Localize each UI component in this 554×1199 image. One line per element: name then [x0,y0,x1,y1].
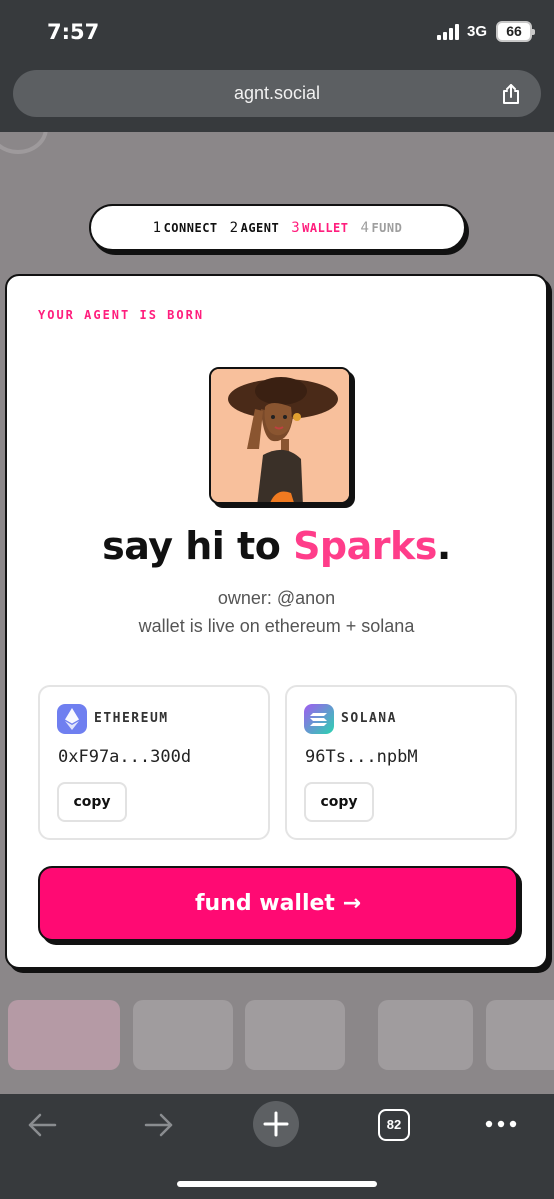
onboarding-steps: 1 CONNECT 2 AGENT 3 WALLET 4 FUND [89,204,466,251]
agent-avatar-illustration [211,369,349,502]
plus-icon [263,1111,289,1137]
fund-wallet-button[interactable]: fund wallet → [38,866,518,941]
card-eyebrow: YOUR AGENT IS BORN [38,308,205,322]
signal-icon [437,24,463,40]
step-fund: 4 FUND [360,219,403,236]
home-indicator [177,1181,377,1187]
backdrop-tab [245,1000,345,1070]
back-arrow-icon[interactable] [26,1110,58,1140]
more-options-icon[interactable] [483,1116,519,1132]
forward-arrow-icon[interactable] [143,1110,175,1140]
agent-name: Sparks [293,524,437,568]
wallet-address: 96Ts...npbM [305,747,418,767]
ethereum-icon [57,704,87,734]
new-tab-button[interactable] [253,1101,299,1147]
share-icon[interactable] [499,82,523,106]
tab-switcher-button[interactable]: 82 [378,1109,410,1141]
step-wallet: 3 WALLET [291,219,349,236]
network-type: 3G [467,23,488,40]
wallet-address: 0xF97a...300d [58,747,192,767]
backdrop-ring [0,132,48,154]
agent-born-card: YOUR AGENT IS BORN say hi to Sparks. own… [5,274,548,969]
step-agent: 2 AGENT [229,219,280,236]
solana-wallet-card: SOLANA 96Ts...npbM copy [285,685,517,840]
backdrop-tab [8,1000,120,1070]
status-bar: 7:57 3G 66 [0,0,554,62]
status-time: 7:57 [47,20,100,44]
backdrop-tab [133,1000,233,1070]
url-bar[interactable]: agnt.social [13,70,541,117]
wallet-chain-label: SOLANA [341,711,397,726]
copy-solana-address-button[interactable]: copy [304,782,374,822]
owner-text: owner: @anon [217,588,336,608]
wallet-chain-label: ETHEREUM [94,711,169,726]
ethereum-wallet-card: ETHEREUM 0xF97a...300d copy [38,685,270,840]
solana-icon [304,704,334,734]
browser-address-area: agnt.social [0,62,554,132]
copy-ethereum-address-button[interactable]: copy [57,782,127,822]
backdrop-tab [486,1000,554,1070]
battery-icon: 66 [496,21,535,42]
agent-headline: say hi to Sparks. [102,524,451,568]
url-text: agnt.social [233,83,321,103]
step-connect: 1 CONNECT [152,219,218,236]
backdrop-tab [378,1000,473,1070]
backdrop-nav [8,1000,554,1080]
wallet-status-text: wallet is live on ethereum + solana [138,616,415,636]
agent-avatar [209,367,351,504]
